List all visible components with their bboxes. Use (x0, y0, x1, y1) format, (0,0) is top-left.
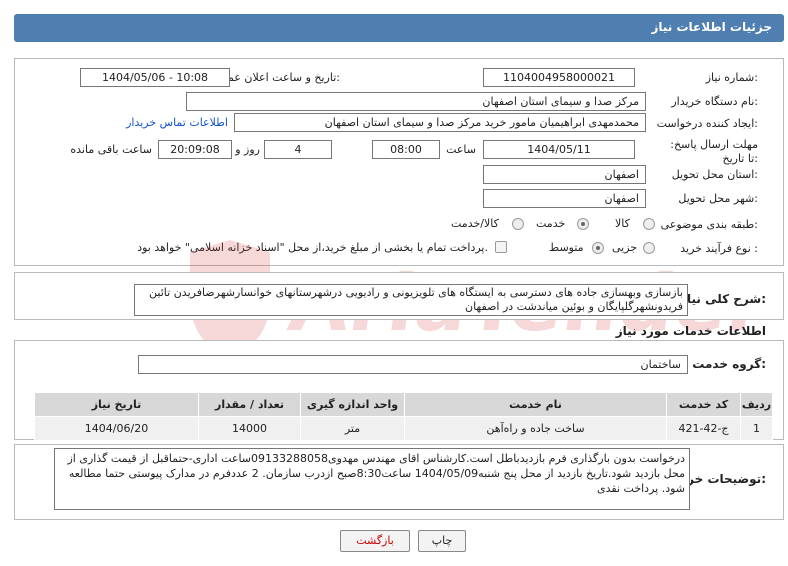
payment-note: پرداخت تمام یا بخشی از مبلغ خرید،از محل … (137, 241, 488, 254)
panel-header: جزئیات اطلاعات نیاز (14, 14, 784, 42)
col-date: تاریخ نیاز (34, 392, 199, 417)
process-option-medium: متوسط (549, 241, 584, 254)
category-option-goods: کالا (615, 217, 630, 230)
category-option-goods-service: کالا/خدمت (451, 217, 499, 230)
deadline-time-field[interactable]: 08:00 (372, 140, 440, 159)
remaining-time-field: 20:09:08 (158, 140, 232, 159)
col-code: کد خدمت (666, 392, 741, 417)
description-label: شرح کلی نیاز: (680, 292, 766, 306)
buyer-org-label: نام دستگاه خریدار: (671, 95, 758, 108)
category-radio-service[interactable] (577, 218, 589, 230)
table-row: 1 ج-42-421 ساخت جاده و راه‌آهن متر 14000… (34, 416, 773, 441)
page-title: جزئیات اطلاعات نیاز (651, 20, 772, 34)
cell-name: ساخت جاده و راه‌آهن (404, 416, 667, 441)
services-section-title: اطلاعات خدمات مورد نیاز (615, 324, 766, 338)
print-button[interactable]: چاپ (418, 530, 466, 552)
process-option-minor: جزیی (612, 241, 638, 254)
category-option-service: خدمت (536, 217, 566, 230)
back-button[interactable]: بازگشت (340, 530, 410, 552)
days-label: روز و (235, 143, 260, 156)
need-number-field[interactable]: 1104004958000021 (483, 68, 635, 87)
cell-qty: 14000 (198, 416, 301, 441)
contact-info-link[interactable]: اطلاعات تماس خریدار (126, 116, 228, 129)
time-label: ساعت (446, 143, 476, 156)
creator-field[interactable]: محمدمهدی ابراهیمیان مامور خرید مرکز صدا … (234, 113, 646, 132)
cell-date: 1404/06/20 (34, 416, 199, 441)
category-label: طبقه بندی موضوعی: (660, 218, 758, 231)
remaining-label: ساعت باقی مانده (70, 143, 152, 156)
deadline-label: مهلت ارسال پاسخ: تا تاریخ: (670, 138, 758, 165)
col-name: نام خدمت (404, 392, 667, 417)
cell-code: ج-42-421 (666, 416, 741, 441)
services-table: ردیف کد خدمت نام خدمت واحد اندازه گیری ت… (34, 392, 773, 441)
buyer-notes-textarea[interactable]: درخواست بدون بارگذاری فرم بازدیدباطل است… (54, 448, 690, 510)
announce-field[interactable]: 1404/05/06 - 10:08 (80, 68, 230, 87)
buyer-org-field[interactable]: مرکز صدا و سیمای استان اصفهان (186, 92, 646, 111)
process-radio-medium[interactable] (592, 242, 604, 254)
deadline-date-field[interactable]: 1404/05/11 (483, 140, 635, 159)
cell-row: 1 (740, 416, 773, 441)
col-row: ردیف (740, 392, 773, 417)
creator-label: ایجاد کننده درخواست: (656, 117, 758, 130)
col-unit: واحد اندازه گیری (300, 392, 405, 417)
description-textarea[interactable]: بازسازی وبهسازی جاده های دسترسی به ایستگ… (134, 284, 688, 316)
need-number-label: شماره نیاز: (705, 71, 758, 84)
category-radio-goods[interactable] (643, 218, 655, 230)
province-field[interactable]: اصفهان (483, 165, 646, 184)
treasury-checkbox[interactable] (495, 241, 507, 253)
cell-unit: متر (300, 416, 405, 441)
city-label: شهر محل تحویل: (678, 192, 758, 205)
city-field[interactable]: اصفهان (483, 189, 646, 208)
service-group-label: گروه خدمت: (692, 357, 766, 371)
days-field[interactable]: 4 (264, 140, 332, 159)
category-radio-goods-service[interactable] (512, 218, 524, 230)
service-group-field[interactable]: ساختمان (138, 355, 688, 374)
col-qty: تعداد / مقدار (198, 392, 301, 417)
process-label: نوع فرآیند خرید : (680, 242, 758, 255)
process-radio-minor[interactable] (643, 242, 655, 254)
province-label: استان محل تحویل: (671, 168, 758, 181)
